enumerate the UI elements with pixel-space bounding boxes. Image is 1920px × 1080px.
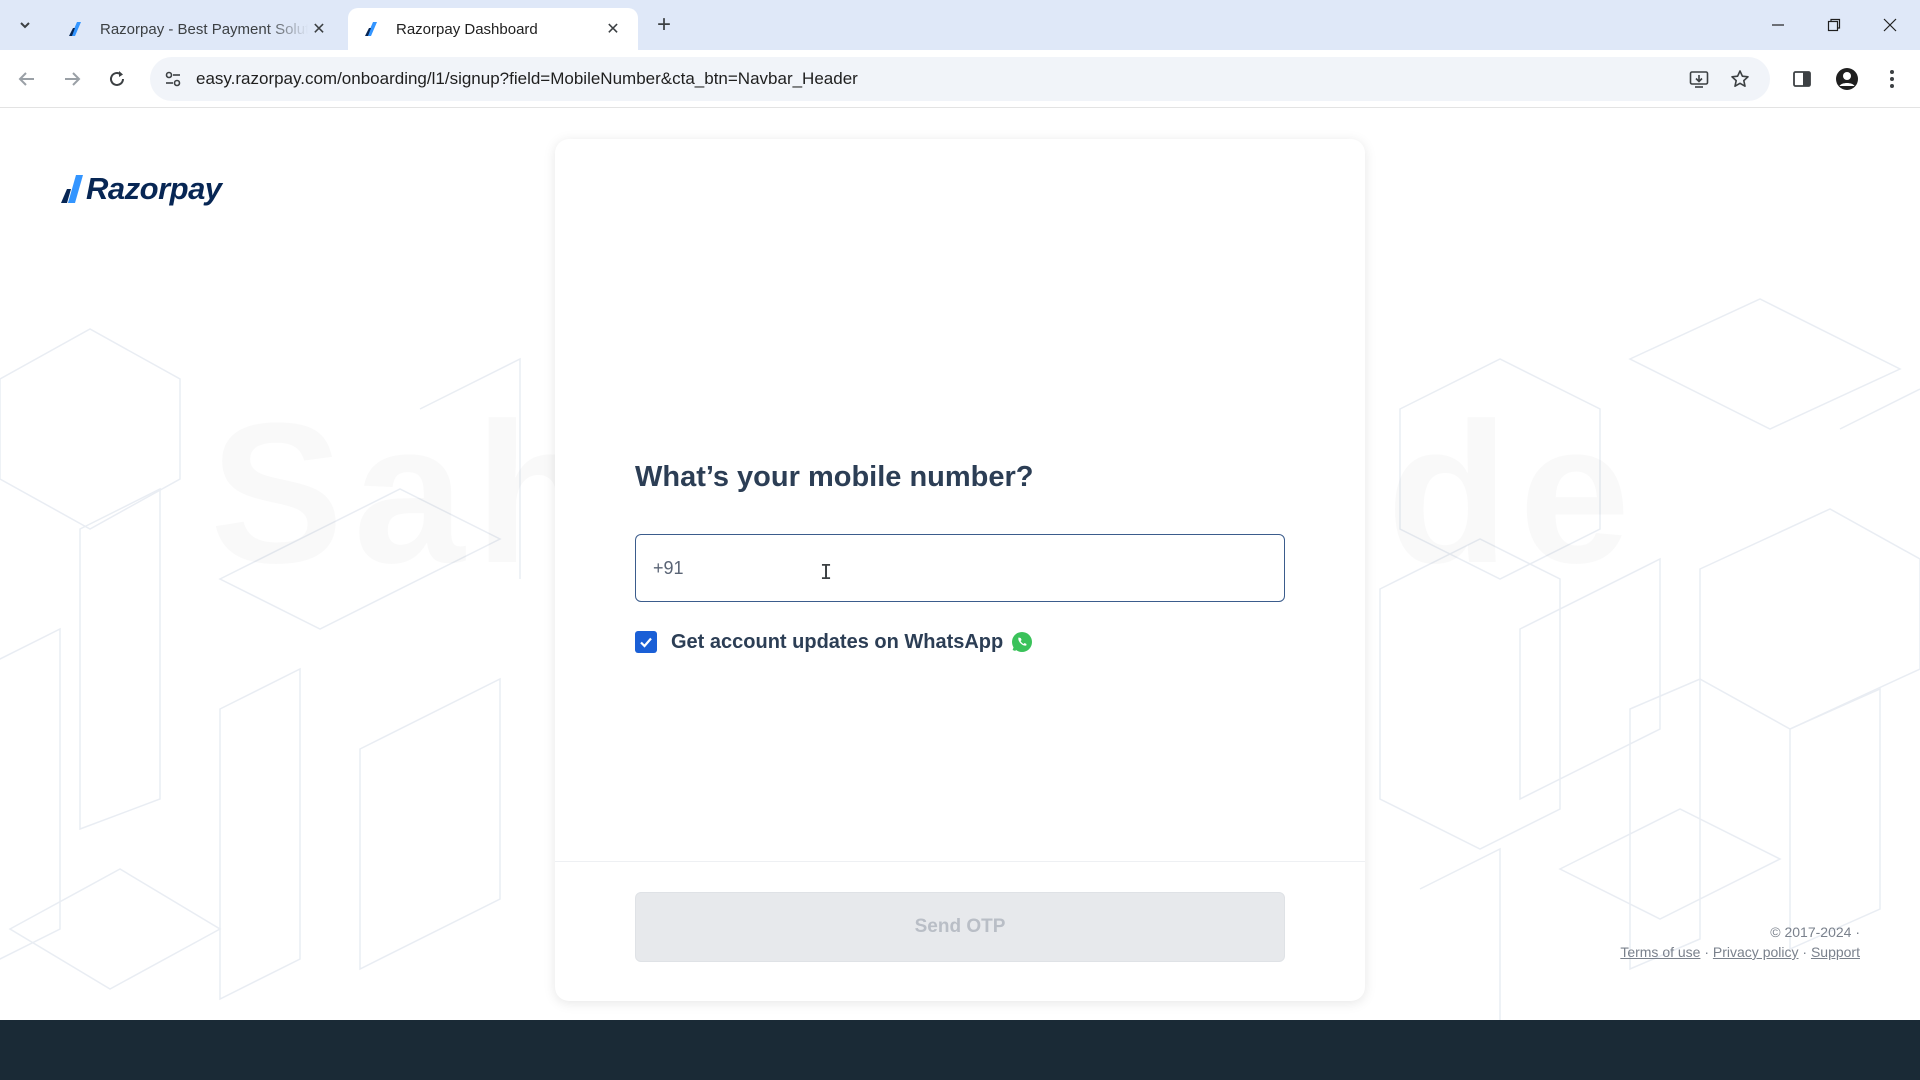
whatsapp-opt-in-label: Get account updates on WhatsApp	[671, 630, 1004, 653]
card-divider	[555, 861, 1365, 862]
signup-card: What’s your mobile number? +91 I Get acc…	[555, 139, 1365, 1001]
install-app-icon[interactable]	[1685, 65, 1713, 93]
url-text: easy.razorpay.com/onboarding/l1/signup?f…	[196, 69, 858, 88]
razorpay-favicon-icon	[69, 22, 81, 36]
page-footer: © 2017-2024 · Terms of use · Privacy pol…	[1620, 922, 1860, 962]
terms-of-use-link[interactable]: Terms of use	[1620, 944, 1700, 960]
tab-title: Razorpay Dashboard	[396, 20, 538, 38]
tab-razorpay-dashboard[interactable]: Razorpay Dashboard ✕	[348, 8, 638, 50]
bottom-dark-band	[0, 1020, 1920, 1080]
page-content: Sahil R Guide Razorpay What’s your mobil…	[0, 109, 1920, 1020]
footer-separator: ·	[1802, 944, 1808, 960]
forward-arrow-icon[interactable]	[55, 62, 89, 96]
mobile-number-question: What’s your mobile number?	[635, 461, 1034, 493]
profile-avatar-icon[interactable]	[1830, 62, 1864, 96]
back-arrow-icon[interactable]	[10, 62, 44, 96]
send-otp-button[interactable]: Send OTP	[635, 892, 1285, 962]
tab-close-icon[interactable]: ✕	[308, 18, 330, 40]
razorpay-logo-mark-icon	[61, 175, 83, 203]
minimize-icon[interactable]	[1750, 0, 1806, 50]
more-menu-icon[interactable]	[1875, 62, 1909, 96]
window-close-icon[interactable]	[1862, 0, 1918, 50]
restore-icon[interactable]	[1806, 0, 1862, 50]
browser-toolbar: easy.razorpay.com/onboarding/l1/signup?f…	[0, 50, 1920, 108]
tab-close-icon[interactable]: ✕	[602, 18, 624, 40]
checkmark-icon	[640, 637, 652, 648]
privacy-policy-link[interactable]: Privacy policy	[1713, 944, 1799, 960]
new-tab-plus-icon[interactable]: +	[650, 11, 678, 39]
site-info-tune-icon[interactable]	[158, 64, 188, 94]
razorpay-logo[interactable]: Razorpay	[60, 169, 222, 209]
mobile-number-input[interactable]	[706, 545, 1266, 591]
razorpay-favicon-icon	[365, 22, 377, 36]
tab-search-chevron-icon[interactable]	[11, 11, 39, 39]
tab-razorpay-home[interactable]: Razorpay - Best Payment Solution for Onl…	[52, 8, 344, 50]
whatsapp-opt-in-checkbox[interactable]	[635, 631, 657, 653]
reload-icon[interactable]	[100, 62, 134, 96]
logo-wordmark: Razorpay	[86, 171, 222, 206]
tab-title: Razorpay - Best Payment Solution for Onl…	[100, 20, 308, 38]
address-bar[interactable]: easy.razorpay.com/onboarding/l1/signup?f…	[150, 57, 1770, 101]
browser-tab-bar: Razorpay - Best Payment Solution for Onl…	[0, 0, 1920, 50]
bookmark-star-icon[interactable]	[1726, 65, 1754, 93]
footer-separator: ·	[1704, 944, 1710, 960]
country-code-prefix: +91	[653, 558, 684, 578]
text-cursor-icon: I	[820, 560, 833, 584]
side-panel-icon[interactable]	[1785, 62, 1819, 96]
whatsapp-opt-in-row[interactable]: Get account updates on WhatsApp	[635, 629, 1033, 655]
copyright-text: © 2017-2024 ·	[1770, 924, 1860, 940]
mobile-number-field[interactable]: +91 I	[635, 534, 1285, 602]
support-link[interactable]: Support	[1811, 944, 1860, 960]
whatsapp-icon	[1012, 632, 1033, 652]
